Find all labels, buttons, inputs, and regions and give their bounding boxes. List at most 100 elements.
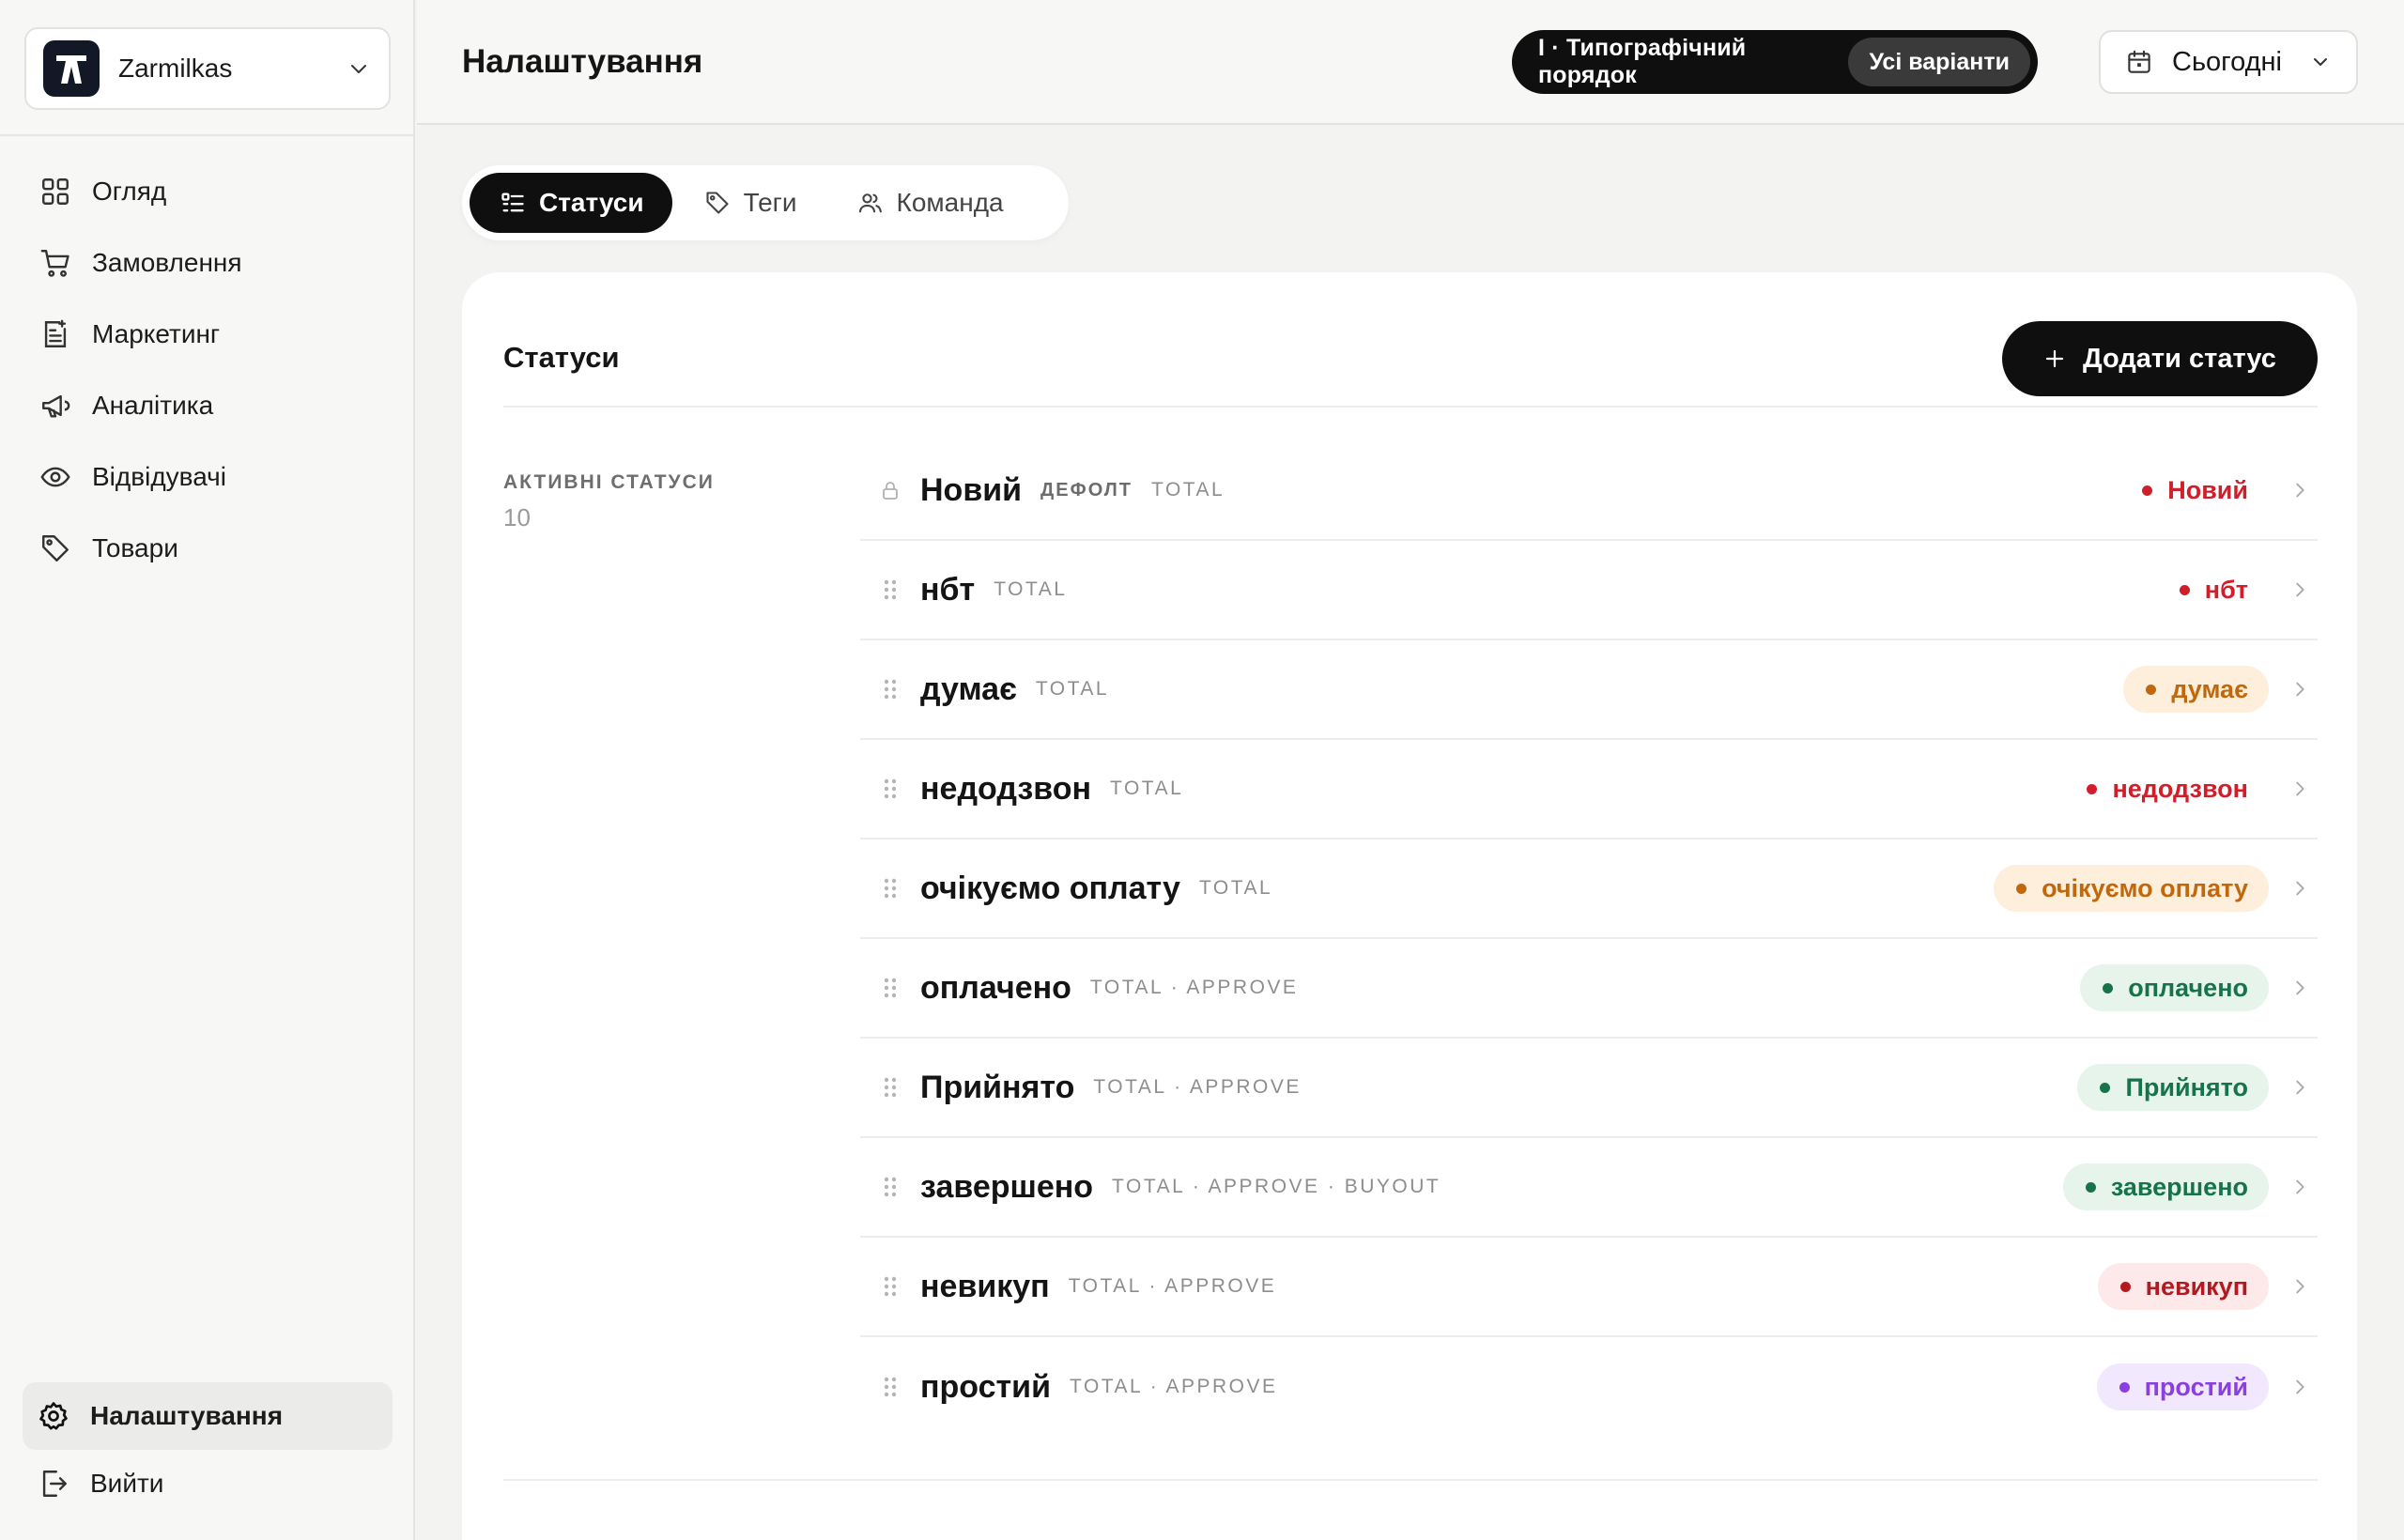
- badge-label: недодзвон: [2112, 774, 2248, 803]
- status-row[interactable]: оплачено TOTAL · APPROVE оплачено: [860, 939, 2318, 1039]
- status-row[interactable]: завершено TOTAL · APPROVE · BUYOUT завер…: [860, 1138, 2318, 1238]
- cart-icon: [40, 250, 69, 277]
- calendar-icon: [2128, 50, 2150, 73]
- sidebar-item-label: Замовлення: [92, 248, 242, 277]
- list-icon: [501, 192, 524, 212]
- sidebar-item-label: Товари: [92, 533, 178, 562]
- status-name: невикуп: [920, 1268, 1050, 1304]
- sidebar-item-logout[interactable]: Вийти: [23, 1450, 393, 1517]
- status-meta: TOTAL: [994, 578, 1068, 600]
- status-name: недодзвон: [920, 770, 1092, 807]
- lock-icon: [883, 482, 898, 500]
- page-title: Налаштування: [462, 43, 703, 80]
- status-row[interactable]: нбт TOTAL нбт: [860, 541, 2318, 640]
- status-row[interactable]: недодзвон TOTAL недодзвон: [860, 740, 2318, 839]
- status-name: простий: [920, 1368, 1051, 1405]
- drag-handle-icon[interactable]: [881, 876, 900, 901]
- badge-label: очікуємо оплату: [2042, 873, 2248, 902]
- drag-handle-icon[interactable]: [881, 578, 900, 602]
- date-picker[interactable]: Сьогодні: [2099, 30, 2358, 94]
- chevron-down-icon: [351, 65, 366, 73]
- drag-handle-icon[interactable]: [881, 777, 900, 801]
- chevron-down-icon: [2314, 58, 2327, 66]
- status-row[interactable]: думає TOTAL думає: [860, 640, 2318, 740]
- badge-label: Новий: [2167, 475, 2248, 504]
- badge-label: Прийнято: [2125, 1072, 2248, 1101]
- tab-statuses[interactable]: Статуси: [470, 173, 672, 233]
- chevron-right-icon: [2296, 881, 2304, 896]
- workspace-name: Zarmilkas: [118, 54, 233, 83]
- status-list: Новий ДЕФОЛТ TOTAL Новий нбт TOTAL нбт д…: [860, 441, 2318, 1437]
- drag-handle-icon[interactable]: [881, 677, 900, 701]
- status-meta: TOTAL · APPROVE: [1089, 977, 1299, 998]
- sidebar-item-overview[interactable]: Огляд: [24, 156, 391, 227]
- tab-tags[interactable]: Теги: [674, 173, 825, 233]
- eye-icon: [40, 467, 70, 487]
- sidebar-footer: Налаштування Вийти: [23, 1382, 393, 1517]
- card-divider: [503, 406, 2318, 408]
- drag-handle-icon[interactable]: [881, 1274, 900, 1299]
- status-row[interactable]: Прийнято TOTAL · APPROVE Прийнято: [860, 1039, 2318, 1138]
- section-label: АКТИВНІ СТАТУСИ: [503, 471, 715, 493]
- badge-dot: [2179, 584, 2190, 595]
- chevron-right-icon: [2296, 980, 2304, 995]
- sidebar-item-visitors[interactable]: Відвідувачі: [24, 441, 391, 513]
- tab-label: Теги: [743, 188, 797, 217]
- badge-dot: [2085, 1181, 2096, 1193]
- megaphone-icon: [42, 394, 70, 418]
- sidebar-item-label: Відвідувачі: [92, 462, 226, 491]
- status-meta: TOTAL: [1198, 877, 1273, 899]
- status-badge: оплачено: [2080, 964, 2269, 1011]
- sidebar-item-label: Аналітика: [92, 391, 214, 420]
- all-variants-button[interactable]: Усі варіанти: [1848, 38, 2030, 86]
- status-meta: TOTAL: [1110, 778, 1184, 799]
- sidebar-item-products[interactable]: Товари: [24, 513, 391, 584]
- plus-icon: [2045, 349, 2064, 368]
- default-label: ДЕФОЛТ: [1040, 479, 1133, 500]
- status-row[interactable]: Новий ДЕФОЛТ TOTAL Новий: [860, 441, 2318, 541]
- sidebar-item-label: Огляд: [92, 177, 167, 206]
- sidebar-item-orders[interactable]: Замовлення: [24, 227, 391, 299]
- status-meta: TOTAL: [1035, 678, 1110, 700]
- status-badge: Прийнято: [2077, 1064, 2269, 1111]
- sidebar-item-marketing[interactable]: Маркетинг: [24, 299, 391, 370]
- chevron-right-icon: [2296, 582, 2304, 597]
- status-name: очікуємо оплату: [920, 870, 1180, 906]
- badge-label: завершено: [2110, 1172, 2248, 1201]
- status-name: Новий: [920, 471, 1023, 508]
- drag-handle-icon[interactable]: [881, 1175, 900, 1199]
- logout-icon: [42, 1471, 67, 1497]
- drag-handle-icon[interactable]: [881, 976, 900, 1000]
- card-title: Статуси: [503, 341, 620, 374]
- tab-team[interactable]: Команда: [827, 173, 1032, 233]
- status-meta: TOTAL · APPROVE: [1093, 1076, 1302, 1098]
- status-meta: TOTAL · APPROVE: [1070, 1376, 1278, 1397]
- status-row[interactable]: невикуп TOTAL · APPROVE невикуп: [860, 1238, 2318, 1337]
- status-badge: завершено: [2062, 1163, 2269, 1210]
- status-row[interactable]: простий TOTAL · APPROVE простий: [860, 1337, 2318, 1437]
- status-badge: недодзвон: [2064, 765, 2269, 812]
- badge-dot: [2016, 883, 2027, 894]
- badge-label: оплачено: [2128, 973, 2248, 1002]
- status-name: думає: [920, 670, 1017, 707]
- status-row[interactable]: очікуємо оплату TOTAL очікуємо оплату: [860, 839, 2318, 939]
- workspace-logo: [43, 40, 100, 97]
- badge-dot: [2142, 485, 2153, 496]
- status-name: оплачено: [920, 969, 1071, 1006]
- sidebar-item-analytics[interactable]: Аналітика: [24, 370, 391, 441]
- add-status-button[interactable]: Додати статус: [2002, 321, 2318, 396]
- workspace-switcher[interactable]: Zarmilkas: [24, 27, 391, 110]
- status-badge: нбт: [2157, 566, 2269, 613]
- status-badge: очікуємо оплату: [1994, 865, 2269, 912]
- tab-label: Статуси: [539, 188, 644, 217]
- tag-icon: [42, 535, 69, 562]
- sort-order-toggle[interactable]: I · Типографічний порядок Усі варіанти: [1512, 30, 2038, 94]
- chevron-right-icon: [2296, 1080, 2304, 1095]
- chevron-right-icon: [2296, 1179, 2304, 1194]
- drag-handle-icon[interactable]: [881, 1375, 900, 1399]
- status-name: завершено: [920, 1168, 1094, 1205]
- tag-icon: [706, 192, 729, 214]
- drag-handle-icon[interactable]: [881, 1075, 900, 1100]
- section-count: 10: [503, 503, 531, 531]
- sidebar-item-settings[interactable]: Налаштування: [23, 1382, 393, 1450]
